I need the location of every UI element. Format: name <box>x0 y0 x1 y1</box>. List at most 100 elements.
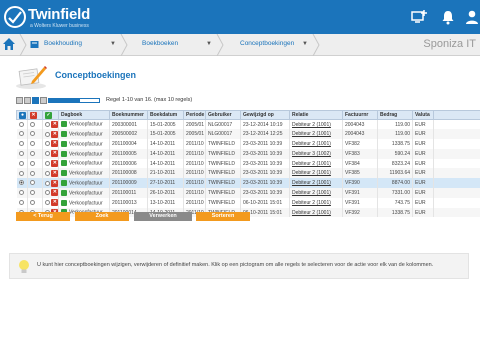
delete-icon[interactable]: ✕ <box>51 189 58 197</box>
column-header[interactable]: Dagboek <box>58 110 110 120</box>
chevron-down-icon[interactable]: ▼ <box>110 41 116 47</box>
home-icon[interactable] <box>2 37 16 51</box>
row-delete-radio[interactable] <box>30 150 35 156</box>
row-delete-radio[interactable] <box>30 121 35 127</box>
edit-cell[interactable] <box>433 168 480 179</box>
column-header[interactable]: Boekdatum <box>147 110 184 120</box>
row-select-radio[interactable] <box>18 150 24 156</box>
row-select-radio[interactable] <box>18 180 24 186</box>
column-header[interactable]: Gebruiker <box>205 110 241 120</box>
row-delete-cell[interactable] <box>27 129 43 140</box>
row-delete-radio[interactable] <box>30 199 35 205</box>
row-select-cell[interactable] <box>16 197 28 208</box>
column-header[interactable]: Valuta <box>412 110 434 120</box>
column-header[interactable]: Periode <box>183 110 206 120</box>
edit-cell[interactable] <box>433 119 480 130</box>
row-delete-cell[interactable] <box>27 158 43 169</box>
row-delete-cell[interactable] <box>27 197 43 208</box>
relatie-cell[interactable]: Debiteur 3 (1002) <box>289 148 343 159</box>
edit-cell[interactable] <box>433 129 480 140</box>
breadcrumb-item-conceptboekingen[interactable]: Conceptboekingen <box>240 40 294 47</box>
finalize-all-icon[interactable]: ✓ <box>45 111 52 119</box>
select-all-icon[interactable]: ● <box>19 111 26 119</box>
row-finalize-radio[interactable] <box>45 180 50 186</box>
delete-icon[interactable]: ✕ <box>51 140 58 148</box>
relatie-cell[interactable]: Debiteur 2 (1001) <box>289 178 343 189</box>
row-select-cell[interactable] <box>16 188 28 198</box>
row-select-cell[interactable] <box>16 158 28 169</box>
relatie-cell[interactable]: Debiteur 2 (1001) <box>289 119 343 130</box>
table-row[interactable]: ✕ Verkoopfactuur 200500002 15-01-2005 2005/0… <box>16 129 480 140</box>
chevron-down-icon[interactable]: ▼ <box>302 41 308 47</box>
relatie-cell[interactable]: Debiteur 2 (1001) <box>289 207 343 218</box>
edit-cell[interactable] <box>433 178 480 189</box>
table-row[interactable]: ✕ Verkoopfactuur 201100005 14-10-2011 2011/1… <box>16 148 480 159</box>
row-finalize-radio[interactable] <box>45 161 50 167</box>
row-select-radio[interactable] <box>18 131 24 137</box>
row-finalize-radio[interactable] <box>45 151 50 157</box>
row-select-cell[interactable] <box>16 168 28 179</box>
row-finalize-cell[interactable]: ✕ <box>42 168 59 179</box>
row-select-cell[interactable] <box>16 129 28 140</box>
row-finalize-radio[interactable] <box>45 131 50 137</box>
table-row[interactable]: ✕ Verkoopfactuur 201100011 26-10-2011 2011/1… <box>16 188 480 198</box>
row-delete-cell[interactable] <box>27 139 43 149</box>
process-button[interactable]: Verwerken <box>134 212 192 221</box>
max-rows-link[interactable]: (max 10 regels) <box>154 97 192 103</box>
relatie-cell[interactable]: Debiteur 2 (1001) <box>289 188 343 198</box>
back-button[interactable]: < Terug <box>16 212 70 221</box>
last-page-button[interactable] <box>40 97 47 104</box>
relatie-link[interactable]: Debiteur 2 (1001) <box>292 141 331 147</box>
edit-cell[interactable] <box>433 139 480 149</box>
relatie-link[interactable]: Debiteur 2 (1001) <box>292 210 331 216</box>
row-finalize-cell[interactable]: ✕ <box>42 158 59 169</box>
relatie-cell[interactable]: Debiteur 2 (1001) <box>289 139 343 149</box>
row-finalize-cell[interactable]: ✕ <box>42 148 59 159</box>
column-header[interactable]: Boeknummer <box>109 110 148 120</box>
relatie-link[interactable]: Debiteur 2 (1001) <box>292 131 331 137</box>
column-header[interactable]: Relatie <box>289 110 343 120</box>
relatie-link[interactable]: Debiteur 2 (1001) <box>292 200 331 206</box>
relatie-link[interactable]: Debiteur 2 (1001) <box>292 180 331 186</box>
breadcrumb-item-boekhouding[interactable]: Boekhouding <box>44 40 82 47</box>
relatie-cell[interactable]: Debiteur 2 (1001) <box>289 197 343 208</box>
row-finalize-cell[interactable]: ✕ <box>42 139 59 149</box>
relatie-cell[interactable]: Debiteur 2 (1001) <box>289 168 343 179</box>
previous-page-button[interactable] <box>24 97 31 104</box>
row-finalize-cell[interactable]: ✕ <box>42 178 59 189</box>
edit-cell[interactable] <box>433 188 480 198</box>
relatie-link[interactable]: Debiteur 2 (1001) <box>292 170 331 176</box>
row-finalize-cell[interactable]: ✕ <box>42 197 59 208</box>
delete-icon[interactable]: ✕ <box>51 199 58 207</box>
bell-icon[interactable] <box>440 9 456 25</box>
row-finalize-radio[interactable] <box>45 170 50 176</box>
table-row[interactable]: ✕ Verkoopfactuur 201100013 13-10-2011 2011/1… <box>16 197 480 208</box>
row-finalize-radio[interactable] <box>45 190 50 196</box>
sort-button[interactable]: Sorteren <box>196 212 250 221</box>
relatie-link[interactable]: Debiteur 2 (1001) <box>292 122 331 128</box>
delete-icon[interactable]: ✕ <box>51 160 58 168</box>
row-delete-radio[interactable] <box>30 131 35 137</box>
row-delete-cell[interactable] <box>27 188 43 198</box>
edit-cell[interactable] <box>433 207 480 218</box>
relatie-cell[interactable]: Debiteur 2 (1001) <box>289 129 343 140</box>
row-delete-cell[interactable] <box>27 168 43 179</box>
table-row[interactable]: ✕ Verkoopfactuur 201100006 14-10-2011 2011/1… <box>16 158 480 169</box>
edit-cell[interactable] <box>433 158 480 169</box>
select-all-header[interactable]: ● <box>16 110 28 120</box>
row-select-radio[interactable] <box>18 170 24 176</box>
column-header[interactable]: Gewijzigd op <box>240 110 290 120</box>
row-finalize-radio[interactable] <box>45 200 50 206</box>
row-select-radio[interactable] <box>18 190 24 196</box>
row-select-cell[interactable] <box>16 139 28 149</box>
table-row[interactable]: ✕ Verkoopfactuur 201100009 27-10-2011 2011/1… <box>16 178 480 189</box>
delete-icon[interactable]: ✕ <box>51 169 58 177</box>
row-select-radio[interactable] <box>18 141 24 147</box>
relatie-link[interactable]: Debiteur 2 (1001) <box>292 190 331 196</box>
user-icon[interactable] <box>464 9 480 25</box>
add-screen-icon[interactable] <box>411 9 427 25</box>
logo-text[interactable]: Twinfield <box>28 6 90 23</box>
row-select-cell[interactable] <box>16 119 28 130</box>
row-finalize-cell[interactable]: ✕ <box>42 119 59 130</box>
next-page-button[interactable] <box>32 97 39 104</box>
